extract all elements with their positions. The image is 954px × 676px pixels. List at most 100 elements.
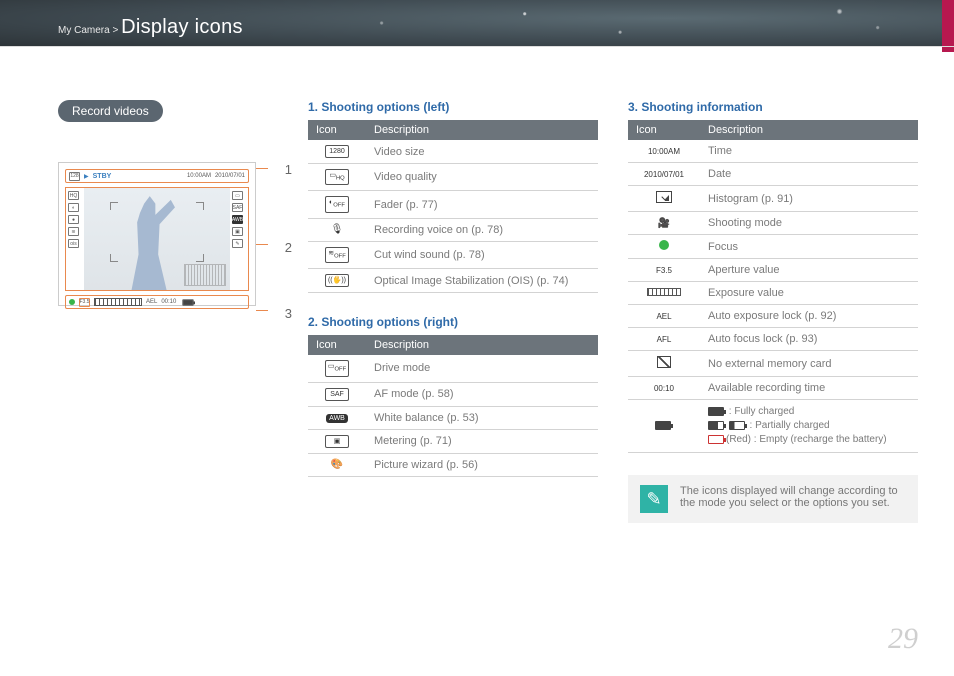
lcd-top-bar: 128 ▶ STBY 10:00AM 2010/07/01 xyxy=(65,169,249,183)
cell-desc: Drive mode xyxy=(366,355,598,382)
table-shooting-info: Icon Description 10:00AMTime 2010/07/01D… xyxy=(628,120,918,453)
table-row: 2010/07/01Date xyxy=(628,163,918,186)
battery-empty-icon xyxy=(708,435,724,444)
note-box: ✎ The icons displayed will change accord… xyxy=(628,475,918,523)
rec-time-label: 00:10 xyxy=(161,299,176,305)
tab-marker xyxy=(942,0,954,52)
lcd-bottom-bar: F3.5 AEL 00:10 xyxy=(65,295,249,309)
fader-icon: ◐OFF xyxy=(325,196,349,212)
column-middle: 1. Shooting options (left) Icon Descript… xyxy=(308,100,598,523)
table-row: ((🖐)) Optical Image Stabilization (OIS) (… xyxy=(308,269,598,293)
table-row: 🎙Recording voice on (p. 78) xyxy=(308,218,598,241)
time-icon: 10:00AM xyxy=(648,147,680,156)
cell-desc: Focus xyxy=(700,235,918,259)
wind-icon: ≋ xyxy=(68,227,79,236)
cell-desc: White balance (p. 53) xyxy=(366,406,598,429)
table-row: Exposure value xyxy=(628,282,918,305)
table-row: 10:00AM Time xyxy=(628,140,918,163)
shooting-mode-icon: 🎥 xyxy=(658,218,670,229)
stby-label: STBY xyxy=(93,173,112,180)
column-left: Record videos 1 2 3 128 ▶ STBY 10:00AM 2… xyxy=(58,100,278,523)
cell-desc: Time xyxy=(700,140,918,163)
picture-wizard-icon: 🎨 xyxy=(331,459,343,470)
awb-icon: AWB xyxy=(232,215,243,224)
play-icon: ▶ xyxy=(84,173,89,180)
mic-icon: 🎙 xyxy=(331,224,344,235)
focus-icon xyxy=(659,240,669,250)
lcd-date: 2010/07/01 xyxy=(215,173,245,179)
rec-time-icon: 00:10 xyxy=(654,384,674,393)
date-icon: 2010/07/01 xyxy=(644,170,684,179)
cell-desc: Auto focus lock (p. 93) xyxy=(700,328,918,351)
drive-mode-icon: ▭OFF xyxy=(325,360,349,376)
cell-desc: AF mode (p. 58) xyxy=(366,382,598,406)
th-desc: Description xyxy=(366,335,598,355)
table-shooting-right: Icon Description ▭OFFDrive mode SAFAF mo… xyxy=(308,335,598,476)
table-row: AWB White balance (p. 53) xyxy=(308,406,598,429)
table-row: AELAuto exposure lock (p. 92) xyxy=(628,305,918,328)
table-row: : Fully charged : Partially charged (Red… xyxy=(628,400,918,453)
battery-full-row: : Fully charged xyxy=(708,405,910,419)
lcd-body: HQ ◐ ● ≋ ois ▭ xyxy=(65,187,249,291)
battery-full-text: : Fully charged xyxy=(726,406,794,417)
af-icon: SAF xyxy=(232,203,243,212)
cell-desc: Shooting mode xyxy=(700,212,918,235)
note-icon: ✎ xyxy=(640,485,668,513)
table-shooting-left: Icon Description 1280Video size ▭HQVideo… xyxy=(308,120,598,293)
column-right: 3. Shooting information Icon Description… xyxy=(628,100,918,523)
cell-desc: Video size xyxy=(366,140,598,164)
focus-corner xyxy=(110,202,118,210)
awb-icon: AWB xyxy=(326,414,348,423)
leader-line xyxy=(256,310,268,311)
table-row: Focus xyxy=(628,235,918,259)
callout-2: 2 xyxy=(285,240,292,255)
focus-corner xyxy=(196,202,204,210)
table-row: 1280Video size xyxy=(308,140,598,164)
cell-desc: Histogram (p. 91) xyxy=(700,186,918,212)
battery-partial-icon xyxy=(708,421,724,430)
callout-1: 1 xyxy=(285,162,292,177)
focus-corner xyxy=(196,254,204,262)
metering-icon: ▣ xyxy=(325,435,349,448)
cell-desc: Auto exposure lock (p. 92) xyxy=(700,305,918,328)
leader-line xyxy=(256,244,268,245)
video-size-icon: 128 xyxy=(69,172,80,181)
ois-icon: ((🖐)) xyxy=(325,274,349,287)
quality-icon: HQ xyxy=(68,191,79,200)
battery-empty-row: (Red) : Empty (recharge the battery) xyxy=(708,433,910,447)
table-row: ◐OFFFader (p. 77) xyxy=(308,191,598,218)
battery-icon xyxy=(183,299,194,305)
page-title: Display icons xyxy=(121,16,243,38)
focus-corner xyxy=(110,254,118,262)
section-pill: Record videos xyxy=(58,100,163,122)
video-quality-icon: ▭HQ xyxy=(325,169,349,185)
mic-icon: ● xyxy=(68,215,79,224)
heading-shooting-left: 1. Shooting options (left) xyxy=(308,100,598,114)
battery-empty-text: : Empty (recharge the battery) xyxy=(751,434,887,445)
ois-icon: ois xyxy=(68,239,79,248)
battery-full-icon xyxy=(708,407,724,416)
table-row: ▭HQVideo quality xyxy=(308,164,598,191)
exposure-scale-icon xyxy=(94,298,142,306)
drive-icon: ▭ xyxy=(232,191,243,200)
lcd-screen: 128 ▶ STBY 10:00AM 2010/07/01 HQ ◐ ● ≋ o… xyxy=(58,162,256,306)
battery-partial-row: : Partially charged xyxy=(708,419,910,433)
metering-icon: ▣ xyxy=(232,227,243,236)
lcd-preview xyxy=(84,188,230,290)
histogram-icon xyxy=(184,264,226,286)
note-text: The icons displayed will change accordin… xyxy=(680,485,906,509)
ael-label: AEL xyxy=(146,299,157,305)
table-row: AFLAuto focus lock (p. 93) xyxy=(628,328,918,351)
battery-red-text: (Red) xyxy=(726,434,751,445)
aperture-icon: F3.5 xyxy=(656,266,672,275)
header-banner: My Camera > Display icons xyxy=(0,0,954,46)
battery-partial-icon xyxy=(729,421,745,430)
cell-desc: Optical Image Stabilization (OIS) (p. 74… xyxy=(366,269,598,293)
heading-shooting-right: 2. Shooting options (right) xyxy=(308,315,598,329)
lcd-time: 10:00AM xyxy=(187,173,211,179)
wind-cut-icon: ≋OFF xyxy=(325,247,349,263)
th-icon: Icon xyxy=(628,120,700,140)
table-row: 🎨Picture wizard (p. 56) xyxy=(308,453,598,476)
af-mode-icon: SAF xyxy=(325,388,349,401)
battery-desc: : Fully charged : Partially charged (Red… xyxy=(700,400,918,453)
